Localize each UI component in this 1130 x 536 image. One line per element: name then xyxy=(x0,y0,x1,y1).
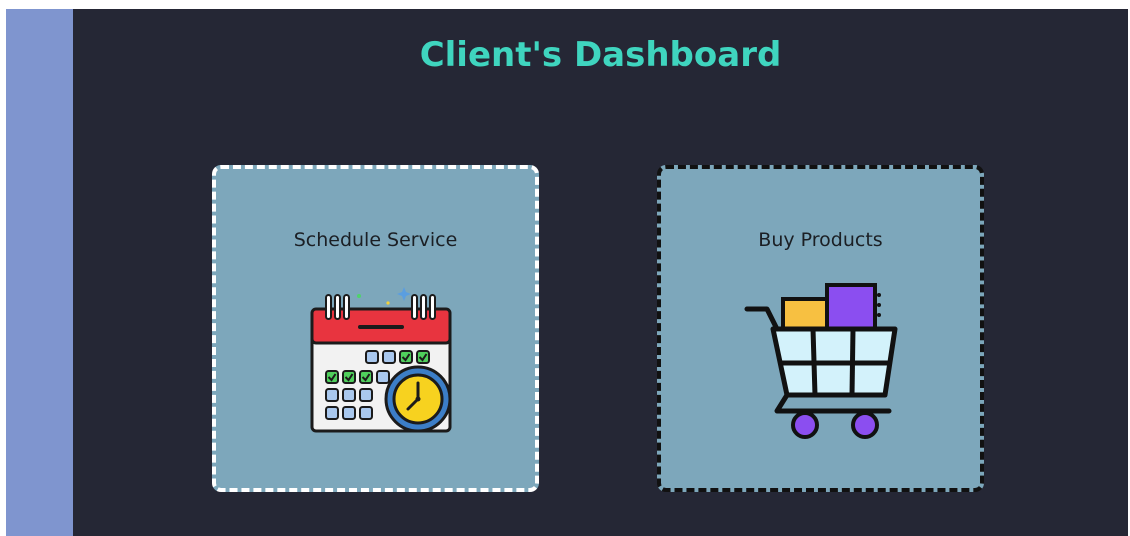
schedule-service-label: Schedule Service xyxy=(293,229,458,251)
calendar-clock-icon xyxy=(304,279,454,443)
dashboard-main: Client's Dashboard Schedule Service Buy … xyxy=(73,9,1128,536)
schedule-service-card[interactable]: Schedule Service xyxy=(212,165,539,492)
shopping-cart-icon xyxy=(743,283,903,447)
buy-products-label: Buy Products xyxy=(758,229,883,251)
page-title: Client's Dashboard xyxy=(419,35,782,75)
app-frame: Client's Dashboard Schedule Service Buy … xyxy=(6,9,1128,536)
buy-products-card[interactable]: Buy Products xyxy=(657,165,984,492)
side-rail xyxy=(6,9,73,536)
